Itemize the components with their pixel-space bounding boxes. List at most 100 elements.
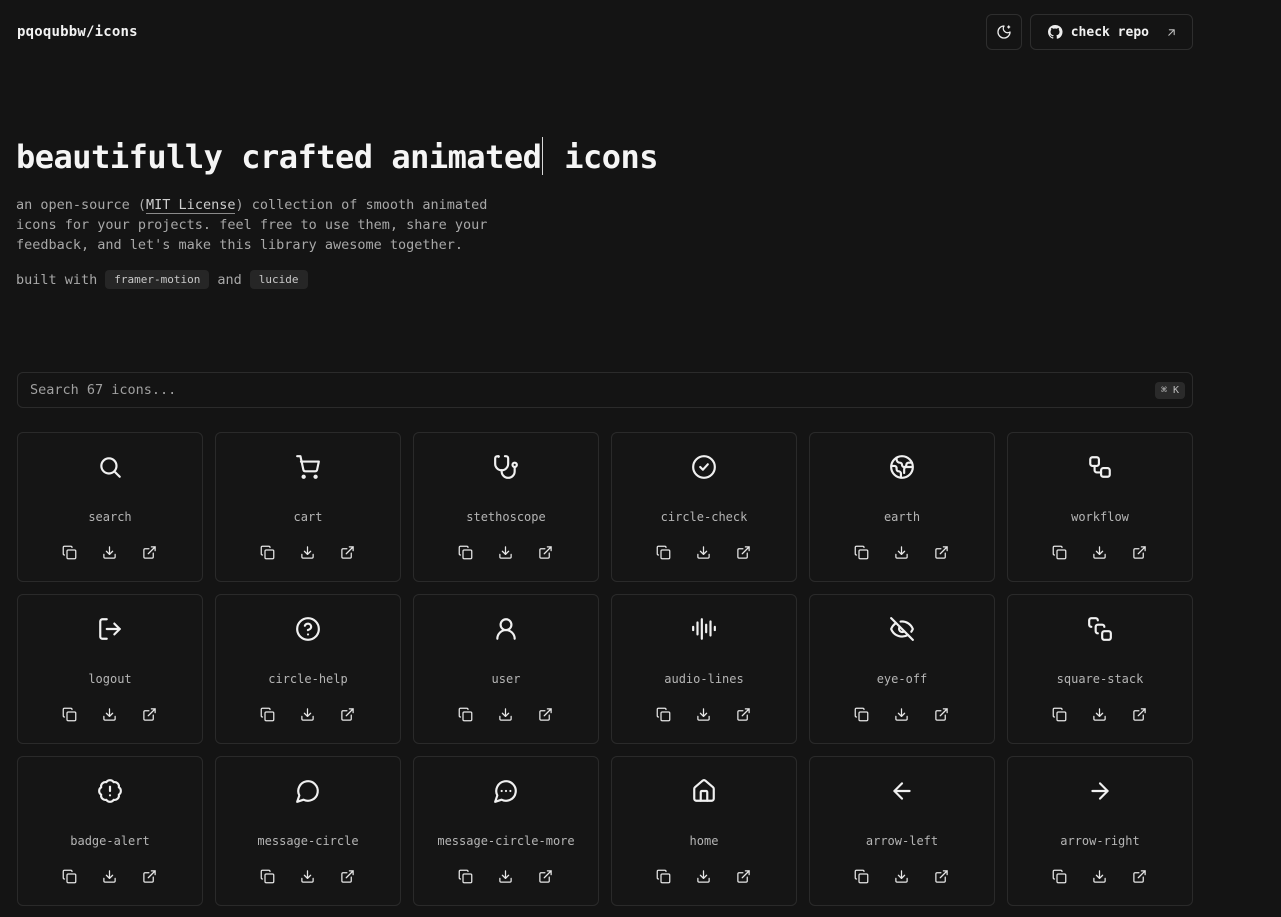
- earth-icon[interactable]: [888, 453, 916, 481]
- download-button[interactable]: [696, 707, 712, 723]
- icon-card[interactable]: message-circle-more: [413, 756, 599, 906]
- download-button[interactable]: [498, 545, 514, 561]
- square-stack-icon[interactable]: [1086, 615, 1114, 643]
- icon-card[interactable]: audio-lines: [611, 594, 797, 744]
- copy-button[interactable]: [260, 707, 276, 723]
- copy-button[interactable]: [62, 545, 78, 561]
- copy-button[interactable]: [1052, 869, 1068, 885]
- icon-card[interactable]: square-stack: [1007, 594, 1193, 744]
- open-link-button[interactable]: [142, 545, 158, 561]
- open-link-button[interactable]: [934, 545, 950, 561]
- message-circle-icon[interactable]: [294, 777, 322, 805]
- open-link-button[interactable]: [340, 545, 356, 561]
- circle-check-icon[interactable]: [690, 453, 718, 481]
- copy-button[interactable]: [1052, 545, 1068, 561]
- download-button[interactable]: [102, 869, 118, 885]
- download-button[interactable]: [300, 869, 316, 885]
- icon-card[interactable]: cart: [215, 432, 401, 582]
- copy-button[interactable]: [458, 707, 474, 723]
- icon-card[interactable]: arrow-right: [1007, 756, 1193, 906]
- copy-button[interactable]: [656, 707, 672, 723]
- download-button[interactable]: [1092, 869, 1108, 885]
- copy-icon: [458, 869, 473, 884]
- icon-card[interactable]: circle-check: [611, 432, 797, 582]
- copy-button[interactable]: [62, 707, 78, 723]
- search-input[interactable]: [30, 382, 1030, 398]
- download-button[interactable]: [894, 869, 910, 885]
- brand-title[interactable]: pqoqubbw/icons: [17, 24, 138, 40]
- icon-card[interactable]: stethoscope: [413, 432, 599, 582]
- copy-button[interactable]: [62, 869, 78, 885]
- message-circle-more-icon[interactable]: [492, 777, 520, 805]
- icon-card[interactable]: user: [413, 594, 599, 744]
- copy-button[interactable]: [656, 545, 672, 561]
- open-link-button[interactable]: [538, 707, 554, 723]
- search-icon[interactable]: [96, 453, 124, 481]
- download-button[interactable]: [102, 707, 118, 723]
- icon-card[interactable]: eye-off: [809, 594, 995, 744]
- download-button[interactable]: [300, 707, 316, 723]
- home-icon[interactable]: [690, 777, 718, 805]
- open-link-button[interactable]: [736, 545, 752, 561]
- download-button[interactable]: [696, 869, 712, 885]
- copy-button[interactable]: [1052, 707, 1068, 723]
- icon-card[interactable]: home: [611, 756, 797, 906]
- open-link-button[interactable]: [736, 869, 752, 885]
- workflow-icon[interactable]: [1086, 453, 1114, 481]
- icon-card[interactable]: workflow: [1007, 432, 1193, 582]
- download-button[interactable]: [696, 545, 712, 561]
- logout-icon[interactable]: [96, 615, 124, 643]
- open-link-button[interactable]: [142, 707, 158, 723]
- copy-button[interactable]: [260, 545, 276, 561]
- copy-button[interactable]: [854, 545, 870, 561]
- external-link-icon: [737, 870, 750, 883]
- open-link-button[interactable]: [934, 707, 950, 723]
- icon-card[interactable]: logout: [17, 594, 203, 744]
- icon-card[interactable]: search: [17, 432, 203, 582]
- icon-card[interactable]: badge-alert: [17, 756, 203, 906]
- eye-off-icon[interactable]: [888, 615, 916, 643]
- download-button[interactable]: [1092, 545, 1108, 561]
- user-icon[interactable]: [492, 615, 520, 643]
- icon-card[interactable]: arrow-left: [809, 756, 995, 906]
- open-link-button[interactable]: [538, 545, 554, 561]
- check-repo-button[interactable]: check repo: [1029, 14, 1193, 50]
- badge-alert-icon[interactable]: [96, 777, 124, 805]
- download-button[interactable]: [300, 545, 316, 561]
- open-link-button[interactable]: [142, 869, 158, 885]
- copy-button[interactable]: [656, 869, 672, 885]
- audio-lines-icon[interactable]: [690, 615, 718, 643]
- cart-icon[interactable]: [294, 453, 322, 481]
- icon-card[interactable]: earth: [809, 432, 995, 582]
- icon-card[interactable]: message-circle: [215, 756, 401, 906]
- copy-button[interactable]: [260, 869, 276, 885]
- download-button[interactable]: [102, 545, 118, 561]
- copy-button[interactable]: [458, 545, 474, 561]
- copy-button[interactable]: [854, 707, 870, 723]
- open-link-button[interactable]: [1132, 707, 1148, 723]
- theme-toggle-button[interactable]: [985, 14, 1022, 50]
- open-link-button[interactable]: [538, 869, 554, 885]
- icon-card[interactable]: circle-help: [215, 594, 401, 744]
- download-button[interactable]: [498, 869, 514, 885]
- mit-license-link[interactable]: MIT License: [146, 197, 236, 214]
- open-link-button[interactable]: [1132, 545, 1148, 561]
- open-link-button[interactable]: [934, 869, 950, 885]
- open-link-button[interactable]: [1132, 869, 1148, 885]
- open-link-button[interactable]: [736, 707, 752, 723]
- copy-button[interactable]: [458, 869, 474, 885]
- repo-button-label: check repo: [1070, 24, 1149, 40]
- download-button[interactable]: [894, 707, 910, 723]
- copy-icon: [854, 545, 869, 560]
- download-button[interactable]: [894, 545, 910, 561]
- copy-button[interactable]: [854, 869, 870, 885]
- circle-help-icon[interactable]: [294, 615, 322, 643]
- arrow-right-icon[interactable]: [1086, 777, 1114, 805]
- stethoscope-icon[interactable]: [492, 453, 520, 481]
- download-button[interactable]: [1092, 707, 1108, 723]
- header-actions: check repo: [985, 14, 1193, 50]
- arrow-left-icon[interactable]: [888, 777, 916, 805]
- open-link-button[interactable]: [340, 707, 356, 723]
- open-link-button[interactable]: [340, 869, 356, 885]
- download-button[interactable]: [498, 707, 514, 723]
